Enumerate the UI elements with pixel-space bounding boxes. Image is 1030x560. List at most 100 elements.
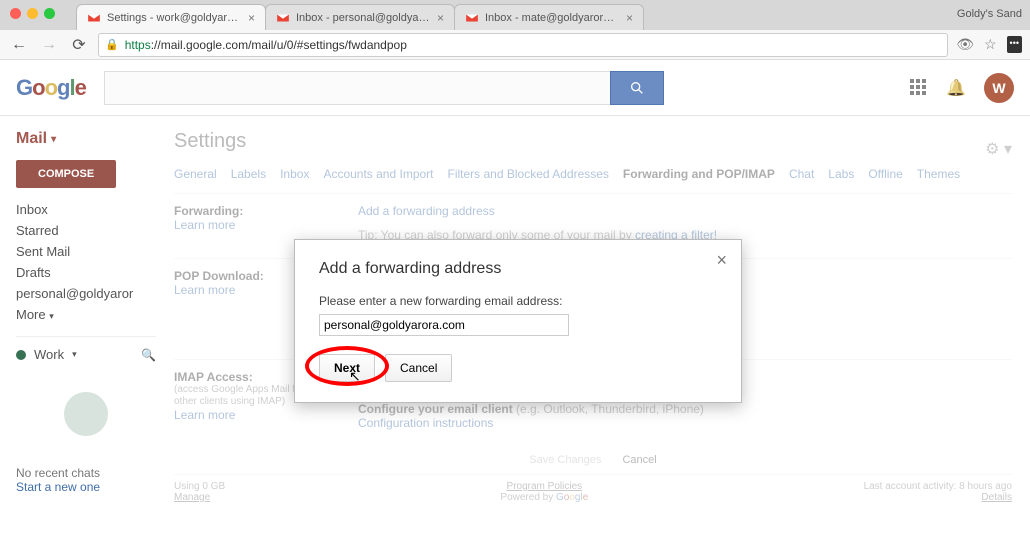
tab-forwarding[interactable]: Forwarding and POP/IMAP (623, 167, 775, 181)
last-activity-text: Last account activity: 8 hours ago (864, 481, 1012, 492)
tab-inbox[interactable]: Inbox (280, 167, 309, 181)
apps-grid-icon[interactable] (910, 79, 928, 97)
no-chats-text: No recent chats (16, 466, 156, 480)
modal-label: Please enter a new forwarding email addr… (319, 294, 717, 308)
url-text: https://mail.google.com/mail/u/0/#settin… (125, 38, 407, 52)
tab-close-icon[interactable]: × (437, 11, 444, 25)
window-close-icon[interactable] (10, 8, 21, 19)
search-button[interactable] (610, 71, 664, 105)
avatar[interactable]: W (984, 73, 1014, 103)
browser-profile-name[interactable]: Goldy's Sand (957, 8, 1022, 20)
imap-learn-more[interactable]: Learn more (174, 408, 235, 422)
nav-forward-icon: → (38, 34, 60, 56)
gmail-icon (276, 11, 290, 25)
sidebar-item-inbox[interactable]: Inbox (16, 202, 146, 217)
mail-dropdown[interactable]: Mail ▾ (16, 130, 56, 148)
save-row: Save Changes Cancel (174, 446, 1012, 474)
eye-icon[interactable]: 👁 (956, 36, 974, 53)
nav-reload-icon[interactable]: ⟳ (68, 34, 90, 56)
settings-tabs: General Labels Inbox Accounts and Import… (174, 167, 1012, 181)
tab-labs[interactable]: Labs (828, 167, 854, 181)
chat-account-selector[interactable]: Work ▾ 🔍 (16, 336, 156, 362)
header-icons: 🔔 W (910, 73, 1014, 103)
manage-storage-link[interactable]: Manage (174, 492, 210, 503)
gear-icon[interactable]: ⚙ ▾ (985, 139, 1012, 159)
chevron-down-icon: ▾ (51, 134, 56, 145)
pop-learn-more[interactable]: Learn more (174, 283, 235, 297)
browser-tab[interactable]: Inbox - personal@goldyarora.c × (265, 4, 455, 30)
cancel-button[interactable]: Cancel (622, 454, 656, 466)
presence-dot-icon (16, 350, 26, 360)
window-controls (10, 8, 55, 19)
hangouts-icon (64, 392, 108, 436)
tab-filters[interactable]: Filters and Blocked Addresses (448, 167, 609, 181)
footer: Using 0 GB Manage Program Policies Power… (174, 474, 1012, 509)
url-bar[interactable]: 🔒 https://mail.google.com/mail/u/0/#sett… (98, 33, 948, 57)
tab-title: Settings - work@goldyarora.c (107, 12, 242, 24)
start-new-chat-link[interactable]: Start a new one (16, 480, 156, 494)
forwarding-heading: Forwarding: (174, 204, 334, 218)
window-minimize-icon[interactable] (27, 8, 38, 19)
gmail-icon (465, 11, 479, 25)
tab-title: Inbox - mate@goldyarora.com (485, 12, 620, 24)
sidebar-item-starred[interactable]: Starred (16, 223, 146, 238)
tab-close-icon[interactable]: × (248, 11, 255, 25)
window-maximize-icon[interactable] (44, 8, 55, 19)
sidebar-nav: Inbox Starred Sent Mail Drafts personal@… (16, 202, 156, 322)
chevron-down-icon: ▾ (72, 349, 77, 360)
browser-tab-active[interactable]: Settings - work@goldyarora.c × (76, 4, 266, 30)
hangouts-panel: No recent chats Start a new one (16, 392, 156, 494)
tab-close-icon[interactable]: × (626, 11, 633, 25)
imap-configure-eg: (e.g. Outlook, Thunderbird, iPhone) (516, 402, 704, 416)
tab-themes[interactable]: Themes (917, 167, 960, 181)
tab-labels[interactable]: Labels (231, 167, 266, 181)
forwarding-learn-more[interactable]: Learn more (174, 218, 235, 232)
search-input[interactable] (104, 71, 610, 105)
page-title: Settings (174, 130, 246, 153)
extension-icon[interactable]: ••• (1007, 36, 1022, 53)
activity-details-link[interactable]: Details (981, 492, 1012, 503)
add-forwarding-link[interactable]: Add a forwarding address (358, 204, 495, 218)
save-changes-button: Save Changes (529, 454, 601, 466)
gmail-icon (87, 11, 101, 25)
tab-accounts[interactable]: Accounts and Import (323, 167, 433, 181)
tab-chat[interactable]: Chat (789, 167, 814, 181)
sidebar-item-drafts[interactable]: Drafts (16, 265, 146, 280)
storage-text: Using 0 GB (174, 481, 225, 492)
modal-close-icon[interactable]: × (716, 250, 727, 271)
forwarding-email-input[interactable] (319, 314, 569, 336)
browser-tabs: Settings - work@goldyarora.c × Inbox - p… (76, 4, 643, 30)
browser-tab-strip: Settings - work@goldyarora.c × Inbox - p… (0, 0, 1030, 30)
chat-search-icon[interactable]: 🔍 (141, 348, 156, 362)
program-policies-link[interactable]: Program Policies (507, 481, 583, 492)
nav-back-icon[interactable]: ← (8, 34, 30, 56)
lock-icon: 🔒 (105, 38, 119, 51)
url-right-icons: 👁 ☆ ••• (956, 36, 1022, 53)
star-icon[interactable]: ☆ (984, 36, 997, 53)
settings-main: Settings ⚙ ▾ General Labels Inbox Accoun… (156, 116, 1030, 560)
sidebar-item-label[interactable]: personal@goldyaror (16, 286, 146, 301)
tab-general[interactable]: General (174, 167, 217, 181)
sidebar-item-more[interactable]: More ▾ (16, 307, 146, 322)
notifications-icon[interactable]: 🔔 (946, 78, 966, 98)
browser-tab[interactable]: Inbox - mate@goldyarora.com × (454, 4, 644, 30)
add-forwarding-modal: × Add a forwarding address Please enter … (294, 239, 742, 403)
imap-config-instructions[interactable]: Configuration instructions (358, 416, 493, 430)
mail-label-text: Mail (16, 130, 47, 148)
powered-by-text: Powered by (500, 492, 556, 503)
sidebar-item-sent[interactable]: Sent Mail (16, 244, 146, 259)
modal-title: Add a forwarding address (319, 260, 717, 278)
search-container (104, 71, 664, 105)
google-logo[interactable]: Google (16, 75, 86, 101)
sidebar: Mail ▾ COMPOSE Inbox Starred Sent Mail D… (0, 116, 156, 560)
gmail-header: Google 🔔 W (0, 60, 1030, 116)
tab-offline[interactable]: Offline (868, 167, 902, 181)
tab-title: Inbox - personal@goldyarora.c (296, 12, 431, 24)
compose-button[interactable]: COMPOSE (16, 160, 116, 188)
search-icon (629, 80, 645, 96)
browser-toolbar: ← → ⟳ 🔒 https://mail.google.com/mail/u/0… (0, 30, 1030, 60)
next-button[interactable]: Next (319, 354, 375, 382)
modal-cancel-button[interactable]: Cancel (385, 354, 452, 382)
chat-account-name: Work (34, 347, 64, 362)
google-mini-logo: Google (556, 492, 588, 503)
